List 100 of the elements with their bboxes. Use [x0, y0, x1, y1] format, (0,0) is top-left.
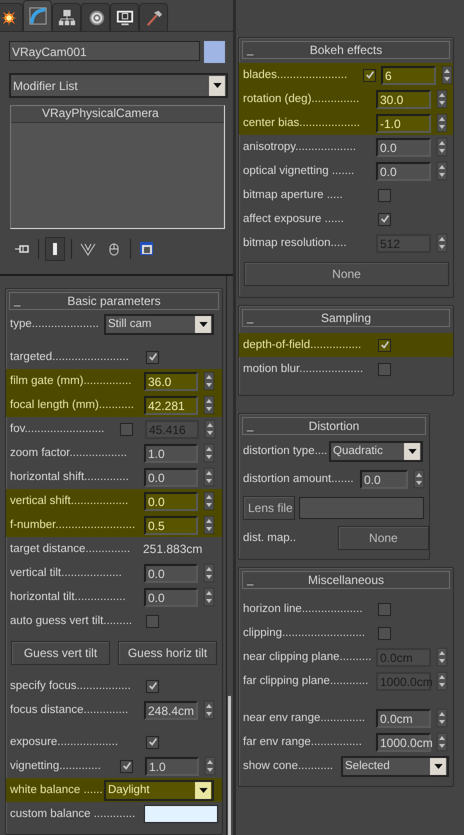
- checkbox[interactable]: [146, 614, 159, 628]
- checkbox[interactable]: [378, 602, 391, 616]
- spinner-arrows-icon[interactable]: [204, 564, 214, 582]
- map-button[interactable]: None: [338, 526, 429, 550]
- parameter-label: affect exposure ......: [243, 213, 345, 225]
- rollout-header[interactable]: _ Miscellaneous: [242, 571, 450, 589]
- number-field[interactable]: 0.0: [360, 470, 408, 488]
- collapse-toggle[interactable]: _: [243, 314, 257, 322]
- dropdown[interactable]: Selected: [341, 756, 449, 776]
- parameter-label: horizontal shift..............: [10, 471, 130, 483]
- spinner-arrows-icon[interactable]: [204, 468, 214, 486]
- spinner-arrows-icon[interactable]: [204, 492, 214, 510]
- number-field[interactable]: 248.4cm: [144, 700, 198, 720]
- number-field[interactable]: 0.0: [144, 588, 198, 606]
- spinner-arrows-icon[interactable]: [204, 701, 214, 719]
- parameter-label: exposure...................: [10, 736, 120, 748]
- guess-button[interactable]: Guess horiz tilt: [118, 641, 217, 665]
- map-button[interactable]: None: [244, 262, 449, 286]
- target-rings-icon: [86, 8, 104, 26]
- guess-button[interactable]: Guess vert tilt: [11, 641, 110, 665]
- file-path-field[interactable]: [299, 497, 424, 519]
- number-field[interactable]: 42.281: [144, 396, 198, 414]
- spinner-arrows-icon[interactable]: [204, 372, 214, 390]
- caret-icon[interactable]: [408, 448, 416, 454]
- number-field[interactable]: 1.0: [145, 756, 199, 776]
- number-field[interactable]: 0.0: [376, 162, 431, 180]
- curve-icon: [28, 7, 46, 25]
- panel-tab[interactable]: [110, 3, 139, 31]
- caret-icon[interactable]: [198, 322, 208, 326]
- number-field[interactable]: -1.0: [376, 114, 431, 132]
- number-field[interactable]: 30.0: [376, 90, 431, 108]
- caret-icon[interactable]: [198, 788, 208, 792]
- checkbox[interactable]: [378, 188, 391, 202]
- spinner-arrows-icon[interactable]: [204, 396, 214, 414]
- panel-tab[interactable]: [23, 0, 52, 31]
- number-field[interactable]: 36.0: [144, 372, 198, 390]
- number-field[interactable]: 0.0: [144, 468, 198, 486]
- rollout-title: Distortion: [308, 419, 360, 433]
- spinner-arrows-icon[interactable]: [204, 516, 214, 534]
- number-field[interactable]: 0.0: [144, 492, 198, 510]
- checkbox[interactable]: [146, 350, 159, 364]
- object-name-field[interactable]: VRayCam001: [9, 41, 200, 61]
- spinner-arrows-icon[interactable]: [205, 757, 215, 775]
- checkbox[interactable]: [378, 626, 391, 640]
- rollout-title: Sampling: [320, 311, 372, 325]
- parameter-label: type.....................: [10, 318, 100, 330]
- checkbox[interactable]: [146, 680, 159, 692]
- pipe-icon[interactable]: [45, 237, 65, 262]
- parameter-label: motion blur....................: [243, 363, 364, 375]
- rollout-title: Miscellaneous: [306, 573, 386, 587]
- spinner-arrows-icon[interactable]: [437, 162, 447, 180]
- number-field[interactable]: 0.5: [144, 516, 198, 534]
- rollout-header[interactable]: _ Sampling: [242, 309, 450, 327]
- number-field[interactable]: 0.0: [376, 138, 431, 156]
- spinner-arrows-icon[interactable]: [437, 114, 447, 132]
- spinner-arrows-icon[interactable]: [204, 444, 214, 462]
- checkbox[interactable]: [363, 68, 376, 82]
- number-field[interactable]: 0.0cm: [376, 708, 431, 728]
- parameter-label: show cone...........: [243, 760, 334, 772]
- checkbox[interactable]: [146, 736, 159, 748]
- checkbox[interactable]: [378, 338, 391, 352]
- parameter-label: near clipping plane..........: [243, 651, 372, 663]
- checkbox[interactable]: [120, 760, 133, 772]
- rollout-header[interactable]: _ Basic parameters: [9, 292, 219, 310]
- modifier-dropdown[interactable]: Modifier List: [9, 73, 228, 98]
- dropdown[interactable]: Still cam: [104, 314, 214, 334]
- rollout-header[interactable]: _ Distortion: [242, 417, 426, 435]
- number-field[interactable]: 1000.0cm: [376, 732, 431, 752]
- spinner-arrows-icon[interactable]: [437, 90, 447, 108]
- panel-tab[interactable]: [81, 3, 110, 31]
- collapse-toggle[interactable]: _: [243, 576, 257, 584]
- checkbox[interactable]: [378, 212, 391, 226]
- lens-file-button[interactable]: Lens file: [243, 496, 295, 520]
- spinner-arrows-icon[interactable]: [437, 733, 447, 751]
- parameter-label: distortion amount.......: [243, 473, 355, 485]
- stack-item[interactable]: VRayPhysicalCamera: [11, 106, 224, 123]
- checkbox[interactable]: [378, 362, 391, 376]
- collapse-toggle[interactable]: _: [243, 422, 257, 430]
- panel-tab[interactable]: [0, 3, 23, 31]
- spinner-arrows-icon[interactable]: [437, 709, 447, 727]
- spinner-arrows-icon[interactable]: [437, 138, 447, 156]
- rollout-header[interactable]: _ Bokeh effects: [242, 41, 450, 59]
- panel-tab[interactable]: [52, 3, 81, 31]
- caret-icon[interactable]: [212, 83, 222, 88]
- number-field[interactable]: 1.0: [144, 444, 198, 462]
- spinner-arrows-icon[interactable]: [204, 588, 214, 606]
- dropdown[interactable]: Quadratic: [329, 440, 423, 462]
- parameter-label: targeted........................: [10, 351, 130, 363]
- spinner-arrows-icon[interactable]: [414, 470, 424, 488]
- spinner-arrows-icon[interactable]: [442, 66, 452, 84]
- number-field[interactable]: 6: [381, 66, 436, 84]
- scrollbar-thumb[interactable]: [228, 696, 231, 835]
- collapse-toggle[interactable]: _: [10, 297, 24, 305]
- panel-tab[interactable]: [139, 3, 168, 31]
- collapse-toggle[interactable]: _: [243, 46, 257, 54]
- number-field[interactable]: 0.0: [144, 564, 198, 582]
- dropdown[interactable]: Daylight: [104, 780, 214, 800]
- color-swatch[interactable]: [204, 41, 225, 63]
- caret-icon[interactable]: [434, 764, 442, 768]
- color-swatch[interactable]: [144, 805, 218, 823]
